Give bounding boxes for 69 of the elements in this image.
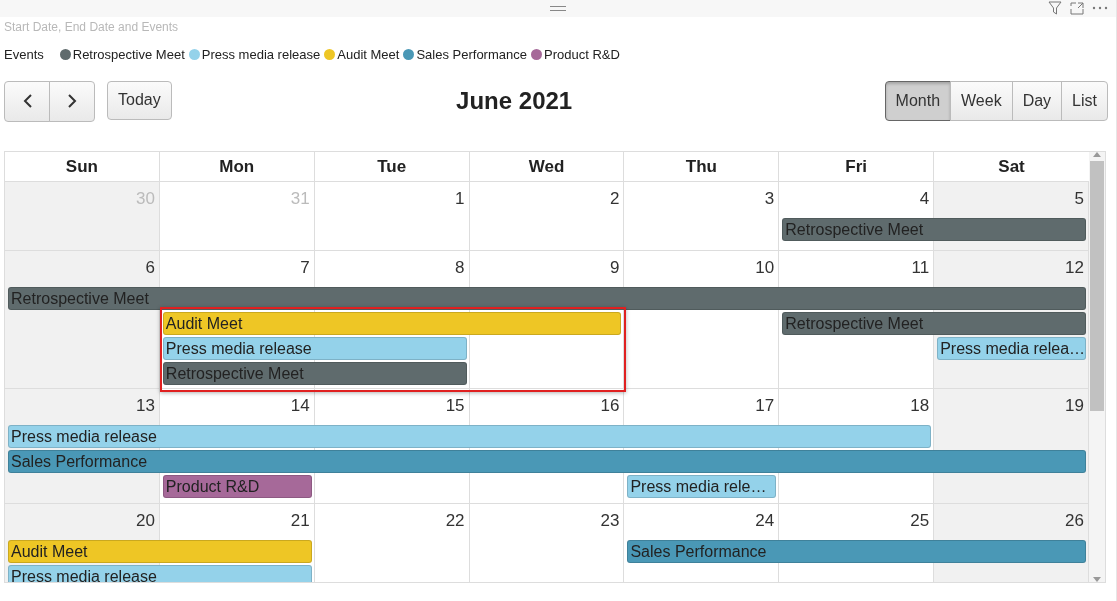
drag-handle-icon[interactable] xyxy=(550,6,566,11)
legend-label: Product R&D xyxy=(543,46,620,62)
day-number: 26 xyxy=(1065,510,1085,531)
view-tab[interactable]: Day xyxy=(1011,81,1063,121)
filter-icon[interactable] xyxy=(1048,1,1062,15)
previous-button[interactable] xyxy=(4,80,50,122)
weekday-header: Fri xyxy=(779,152,935,181)
day-number: 21 xyxy=(290,510,311,531)
event-bar[interactable]: Press media release xyxy=(8,565,312,582)
calendar-title: June 2021 xyxy=(456,87,573,115)
day-number: 25 xyxy=(910,510,931,531)
weekday-header: Sun xyxy=(5,152,160,181)
chevron-right-icon xyxy=(67,94,77,108)
day-number: 3 xyxy=(764,188,776,209)
legend-label: Sales Performance xyxy=(416,46,527,62)
weekday-header: Mon xyxy=(159,152,315,181)
day-number: 15 xyxy=(445,395,466,416)
legend-title: Events xyxy=(4,46,44,62)
legend-label: Press media release xyxy=(201,46,321,62)
day-number: 2 xyxy=(609,188,621,209)
next-button[interactable] xyxy=(49,80,95,122)
day-number: 22 xyxy=(445,510,466,531)
weekday-header: Wed xyxy=(469,152,625,181)
scroll-up-icon xyxy=(1093,152,1101,157)
event-bar[interactable]: Press media release xyxy=(162,337,467,360)
day-number: 6 xyxy=(145,257,156,278)
day-number: 9 xyxy=(609,257,621,278)
view-tab[interactable]: List xyxy=(1061,81,1108,121)
expand-icon[interactable] xyxy=(1070,1,1084,15)
more-options-icon[interactable] xyxy=(1092,6,1108,10)
event-bar[interactable]: Product R&D xyxy=(162,475,312,498)
day-number: 4 xyxy=(919,188,931,209)
day-number: 13 xyxy=(135,395,156,416)
event-bar[interactable]: Press media relea… xyxy=(937,337,1086,360)
visual-title: Start Date, End Date and Events xyxy=(3,19,180,36)
legend-label: Retrospective Meet xyxy=(72,46,185,62)
day-number: 24 xyxy=(755,510,776,531)
legend-label: Audit Meet xyxy=(337,46,400,62)
day-number: 14 xyxy=(290,395,311,416)
scroll-down-icon xyxy=(1093,577,1101,582)
day-number: 20 xyxy=(135,510,156,531)
day-number: 10 xyxy=(755,257,776,278)
event-bar[interactable]: Sales Performance xyxy=(8,450,1086,473)
day-number: 16 xyxy=(600,395,621,416)
event-bar[interactable]: Sales Performance xyxy=(627,540,1086,563)
view-tab[interactable]: Week xyxy=(950,81,1013,121)
day-number: 12 xyxy=(1065,257,1085,278)
day-number: 5 xyxy=(1074,188,1085,209)
day-number: 17 xyxy=(755,395,776,416)
event-bar[interactable]: Audit Meet xyxy=(8,540,312,563)
event-bar[interactable]: Press media release xyxy=(8,425,932,448)
weekday-header: Sat xyxy=(997,155,1026,178)
day-number: 8 xyxy=(455,257,466,278)
day-number: 11 xyxy=(911,257,931,278)
day-number: 19 xyxy=(1065,395,1085,416)
scroll-thumb[interactable] xyxy=(1090,161,1104,411)
chevron-left-icon xyxy=(22,94,32,108)
day-number: 1 xyxy=(455,188,466,209)
event-bar[interactable]: Audit Meet xyxy=(162,312,622,335)
view-tab[interactable]: Month xyxy=(884,81,952,121)
weekday-header: Thu xyxy=(624,152,780,181)
day-number: 23 xyxy=(600,510,621,531)
scrollbar[interactable] xyxy=(1089,152,1105,582)
day-number: 18 xyxy=(910,395,931,416)
day-number: 7 xyxy=(300,257,311,278)
weekday-header: Tue xyxy=(314,152,470,181)
day-number: 31 xyxy=(290,188,311,209)
today-button[interactable]: Today xyxy=(107,80,172,120)
event-bar[interactable]: Press media rele… xyxy=(627,475,777,498)
